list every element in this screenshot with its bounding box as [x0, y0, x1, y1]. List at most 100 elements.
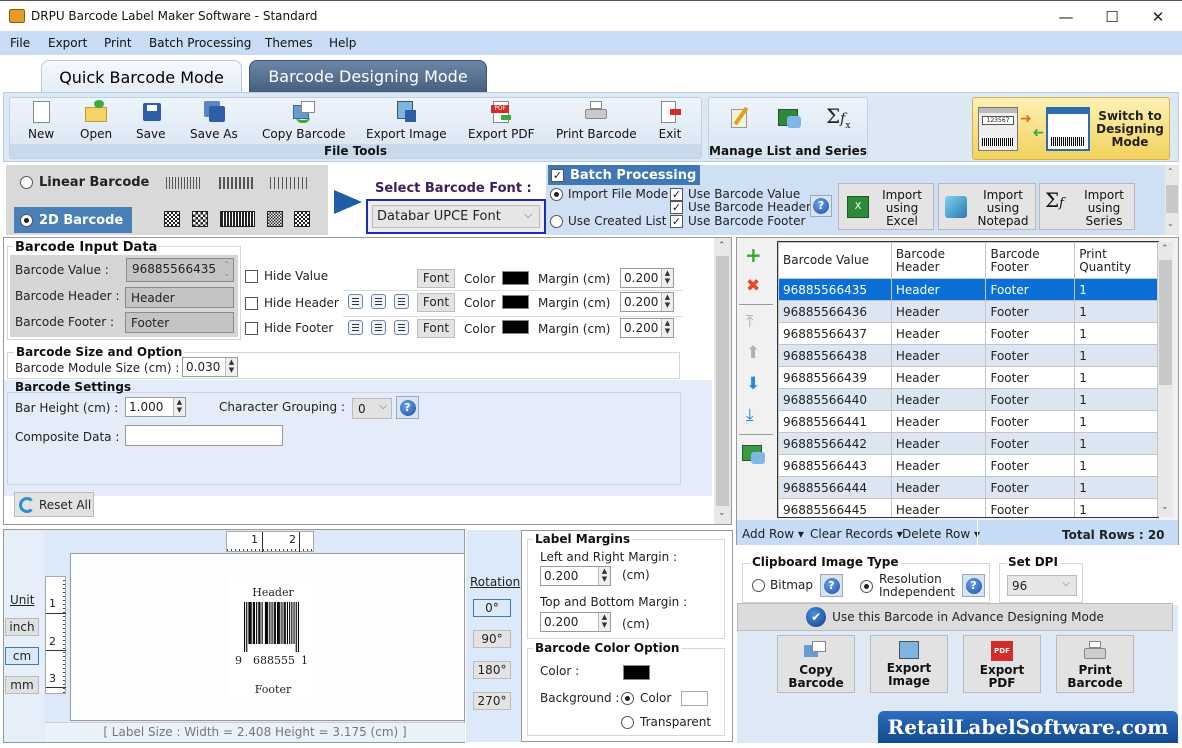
- table-cell[interactable]: 96885566445: [778, 498, 892, 517]
- bg-transparent-radio[interactable]: [621, 715, 634, 729]
- table-cell[interactable]: Footer: [985, 498, 1076, 517]
- table-cell[interactable]: Header: [890, 476, 987, 499]
- table-cell[interactable]: 1: [1074, 366, 1158, 389]
- move-down-icon[interactable]: ⬇: [746, 374, 760, 394]
- table-cell[interactable]: Footer: [985, 410, 1076, 433]
- 2d-radio[interactable]: [20, 213, 33, 227]
- print-barcode-action-button[interactable]: Print Barcode: [1056, 635, 1134, 693]
- use-barcode-footer-option[interactable]: ✓ Use Barcode Footer: [670, 214, 805, 228]
- character-grouping-dropdown[interactable]: 0 ⌵: [352, 398, 392, 419]
- bg-color-radio[interactable]: [621, 691, 634, 705]
- menu-file[interactable]: File: [10, 36, 30, 50]
- table-cell[interactable]: 96885566444: [778, 476, 892, 499]
- dpi-dropdown[interactable]: 96 ⌵: [1007, 575, 1077, 596]
- move-top-icon[interactable]: ⤒: [746, 312, 754, 332]
- spin-arrows-icon[interactable]: ▲ ▼: [598, 567, 610, 585]
- menu-batch-processing[interactable]: Batch Processing: [149, 36, 251, 50]
- module-size-spinner[interactable]: 0.030 ▲ ▼: [182, 357, 238, 377]
- barcode-value-input[interactable]: 96885566435 ⌃ ⌄: [126, 258, 234, 282]
- copy-barcode-button[interactable]: Copy Barcode: [262, 100, 345, 141]
- import-file-mode-option[interactable]: Import File Mode: [550, 187, 668, 201]
- open-button[interactable]: Open: [80, 100, 112, 141]
- import-excel-button[interactable]: X Import using Excel: [838, 183, 934, 230]
- footer-align-right-button[interactable]: [394, 320, 409, 335]
- unit-cm-button[interactable]: cm: [5, 647, 39, 665]
- bar-color-swatch[interactable]: [623, 665, 650, 680]
- table-cell[interactable]: 1: [1074, 388, 1158, 411]
- bitmap-option[interactable]: Bitmap: [752, 578, 813, 592]
- table-cell[interactable]: 1: [1074, 410, 1158, 433]
- table-row[interactable]: 96885566438 Header Footer 1: [778, 344, 1158, 367]
- bitmap-help-button[interactable]: ?: [820, 574, 843, 597]
- spin-arrows-icon[interactable]: ▲ ▼: [661, 319, 673, 337]
- table-row[interactable]: 96885566444 Header Footer 1: [778, 476, 1158, 499]
- use-footer-checkbox[interactable]: ✓: [670, 214, 683, 228]
- header-color-swatch[interactable]: [502, 295, 529, 309]
- value-font-button[interactable]: Font: [417, 269, 455, 288]
- switch-to-designing-mode-button[interactable]: 123567 ➜ ➜ Switch to Designing Mode: [972, 97, 1170, 160]
- header-align-left-button[interactable]: [348, 294, 363, 309]
- table-cell[interactable]: Footer: [985, 366, 1076, 389]
- bitmap-radio[interactable]: [752, 578, 765, 592]
- hide-header-checkbox[interactable]: [245, 296, 258, 310]
- table-cell[interactable]: Footer: [985, 454, 1076, 477]
- use-created-list-option[interactable]: Use Created List: [550, 214, 667, 228]
- footer-align-center-button[interactable]: [371, 320, 386, 335]
- unit-mm-button[interactable]: mm: [5, 676, 39, 694]
- table-cell[interactable]: 1: [1074, 322, 1158, 345]
- table-cell[interactable]: 1: [1074, 300, 1158, 323]
- table-cell[interactable]: Footer: [985, 278, 1076, 301]
- spin-arrows-icon[interactable]: ▲ ▼: [598, 613, 610, 631]
- hide-footer-checkbox[interactable]: [245, 321, 258, 335]
- new-button[interactable]: New: [28, 100, 54, 141]
- export-pdf-action-button[interactable]: PDF Export PDF: [963, 635, 1041, 693]
- delete-record-icon[interactable]: ✖: [746, 276, 760, 296]
- batch-help-button[interactable]: ?: [810, 195, 832, 217]
- table-cell[interactable]: 96885566440: [778, 388, 892, 411]
- table-cell[interactable]: Footer: [985, 322, 1076, 345]
- manage-list-icon[interactable]: [729, 106, 753, 130]
- footer-color-swatch[interactable]: [502, 320, 529, 334]
- rotation-180-button[interactable]: 180°: [473, 661, 511, 679]
- table-cell[interactable]: Header: [890, 410, 987, 433]
- grouping-help-button[interactable]: ?: [396, 396, 419, 419]
- spin-arrows-icon[interactable]: ▲ ▼: [225, 358, 237, 376]
- barcode-label[interactable]: Header 9 688555 1 Footer: [227, 577, 319, 697]
- table-cell[interactable]: 96885566441: [778, 410, 892, 433]
- minimize-button[interactable]: —: [1043, 1, 1089, 32]
- move-up-icon[interactable]: ⬆: [746, 343, 760, 363]
- table-cell[interactable]: Header: [890, 322, 987, 345]
- table-cell[interactable]: 96885566436: [778, 300, 892, 323]
- move-bottom-icon[interactable]: ⤓: [746, 405, 754, 425]
- brand-banner[interactable]: RetailLabelSoftware.com: [878, 711, 1178, 743]
- batch-scrollbar[interactable]: ⌃ ⌄: [1165, 165, 1179, 235]
- resolution-independent-option[interactable]: [860, 579, 873, 593]
- table-cell[interactable]: Footer: [985, 344, 1076, 367]
- table-cell[interactable]: Header: [890, 454, 987, 477]
- unit-inch-button[interactable]: inch: [5, 618, 39, 636]
- table-cell[interactable]: 1: [1074, 344, 1158, 367]
- series-sigma-icon[interactable]: Σfx: [826, 104, 850, 131]
- background-color-swatch[interactable]: [681, 691, 708, 706]
- use-barcode-value-option[interactable]: ✓ Use Barcode Value: [670, 187, 800, 201]
- rotation-90-button[interactable]: 90°: [473, 630, 511, 648]
- clear-records-dropdown[interactable]: Clear Records ▾: [810, 527, 903, 541]
- table-cell[interactable]: 1: [1074, 278, 1158, 301]
- export-image-action-button[interactable]: Export Image: [870, 635, 948, 693]
- bar-height-spinner[interactable]: 1.000 ▲ ▼: [125, 397, 186, 417]
- table-cell[interactable]: 96885566442: [778, 432, 892, 455]
- import-series-button[interactable]: Σf Import using Series: [1039, 183, 1135, 230]
- settings-scrollbar[interactable]: ⌃ ⌄: [714, 238, 731, 524]
- tab-quick-barcode-mode[interactable]: Quick Barcode Mode: [41, 60, 242, 93]
- 2d-barcode-option[interactable]: 2D Barcode: [14, 207, 132, 233]
- reset-all-button[interactable]: Reset All: [14, 492, 94, 517]
- resolution-help-button[interactable]: ?: [962, 574, 985, 597]
- barcode-header-input[interactable]: Header: [125, 287, 234, 308]
- barcode-footer-input[interactable]: Footer: [125, 312, 234, 333]
- spin-arrows-icon[interactable]: ▲ ▼: [661, 269, 673, 287]
- footer-margin-spinner[interactable]: 0.200 ▲ ▼: [620, 318, 674, 338]
- menu-print[interactable]: Print: [104, 36, 132, 50]
- table-cell[interactable]: Header: [890, 366, 987, 389]
- table-cell[interactable]: Header: [890, 432, 987, 455]
- footer-align-left-button[interactable]: [348, 320, 363, 335]
